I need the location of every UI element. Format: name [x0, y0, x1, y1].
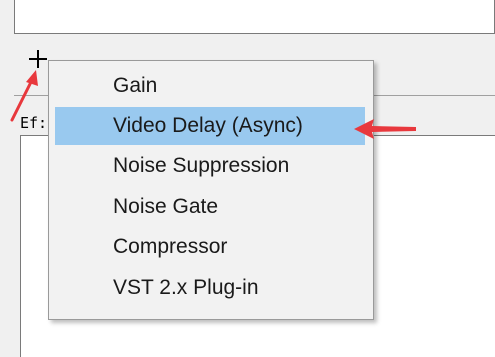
menu-item-compressor[interactable]: Compressor — [55, 228, 365, 266]
menu-item-noise-suppression[interactable]: Noise Suppression — [55, 147, 365, 185]
menu-item-gain[interactable]: Gain — [55, 67, 365, 105]
annotation-arrow-icon — [10, 70, 38, 122]
menu-item-video-delay-async[interactable]: Video Delay (Async) — [55, 107, 365, 145]
source-preview-box — [14, 0, 495, 34]
effects-panel: Ef: Gain Video Delay (Async) Noise Suppr… — [0, 0, 495, 357]
menu-item-noise-gate[interactable]: Noise Gate — [55, 188, 365, 226]
menu-item-vst-plugin[interactable]: VST 2.x Plug-in — [55, 269, 365, 307]
annotation-arrow-icon — [354, 119, 416, 139]
add-filter-context-menu: Gain Video Delay (Async) Noise Suppressi… — [48, 60, 374, 320]
